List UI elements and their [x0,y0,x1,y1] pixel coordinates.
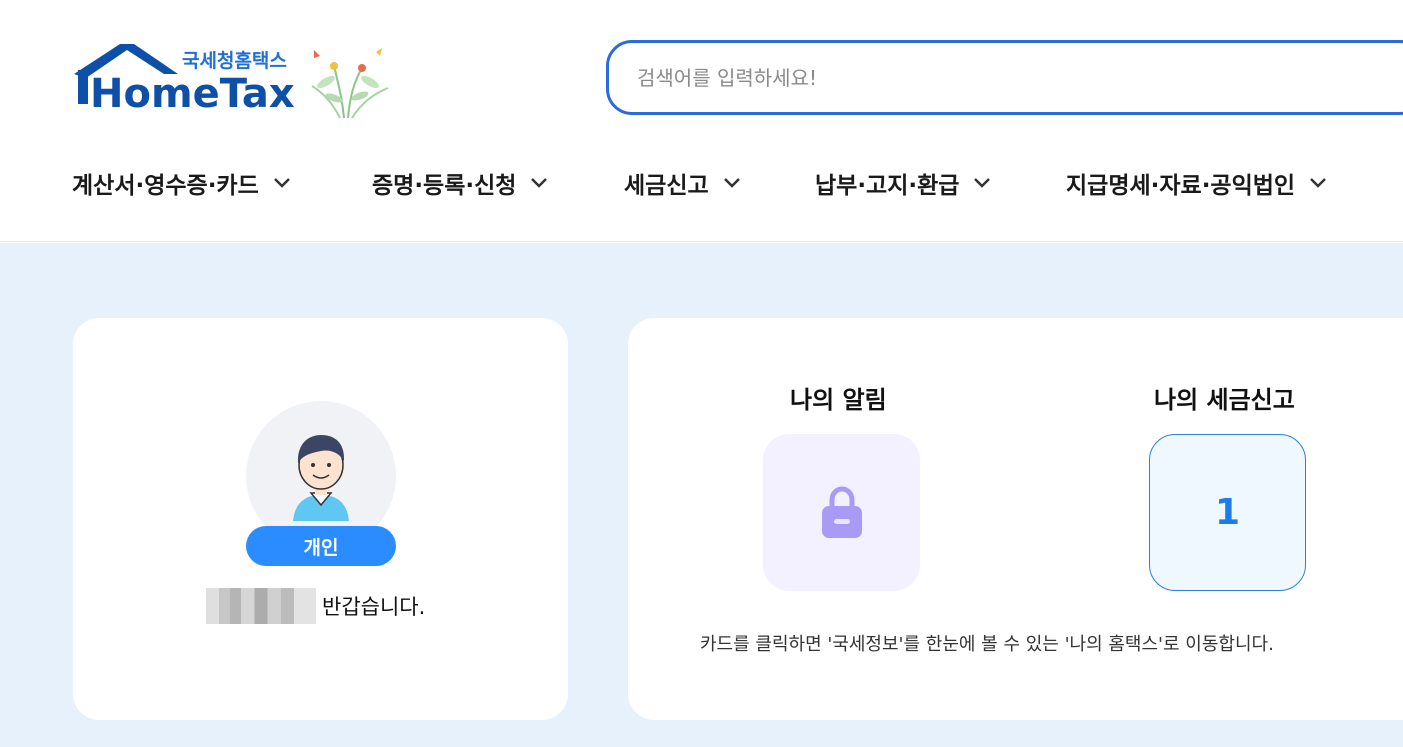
main-content: 개인 반갑습니다. 나의 알림 나의 세금신고 1 카드를 클릭하면 '국세정보… [0,243,1403,747]
chevron-down-icon [273,178,290,188]
nav-item-label: 계산서·영수증·카드 [72,173,259,199]
nav-item-certificate[interactable]: 증명·등록·신청 [372,163,548,203]
logo-subtitle: 국세청홈택스 [182,50,287,72]
chevron-down-icon [1310,178,1326,188]
site-header: 국세청홈택스 HomeTax 계산서·영수증·카드 증명·등록·신청 [0,0,1403,242]
profile-card: 개인 반갑습니다. [73,318,568,720]
nav-item-payment-statement[interactable]: 지급명세·자료·공익법인 [1066,163,1327,203]
nav-item-label: 세금신고 [624,173,709,199]
my-hometax-card: 나의 알림 나의 세금신고 1 카드를 클릭하면 '국세정보'를 한눈에 볼 수… [628,318,1403,720]
chevron-down-icon [723,178,740,188]
card-help-text: 카드를 클릭하면 '국세정보'를 한눈에 볼 수 있는 '나의 홈택스'로 이동… [700,634,1274,655]
user-type-badge: 개인 [246,526,396,566]
person-avatar-icon [293,435,349,521]
chevron-down-icon [531,178,548,188]
search-bar[interactable] [606,40,1403,115]
logo-title: HomeTax [90,71,295,117]
greeting: 반갑습니다. [206,588,425,624]
nav-item-payment[interactable]: 납부·고지·환급 [815,163,991,203]
nav-item-label: 납부·고지·환급 [815,173,960,199]
lock-icon [821,485,862,538]
tax-filing-title: 나의 세금신고 [1154,386,1295,414]
nav-item-invoice[interactable]: 계산서·영수증·카드 [72,163,291,203]
greeting-text: 반갑습니다. [322,595,426,619]
tax-filing-count: 1 [1214,492,1241,533]
nav-item-label: 증명·등록·신청 [372,173,517,199]
alarm-title: 나의 알림 [790,386,887,414]
nav-item-tax-filing[interactable]: 세금신고 [624,163,741,203]
hometax-logo[interactable]: 국세청홈택스 HomeTax [72,40,402,120]
chevron-down-icon [974,178,991,188]
my-alarm-tile[interactable] [763,434,920,591]
my-tax-filing-tile[interactable]: 1 [1149,434,1306,591]
search-input[interactable] [637,61,1337,95]
nav-item-label: 지급명세·자료·공익법인 [1066,173,1296,199]
masked-user-name [206,588,316,624]
plant-icon [311,48,389,119]
